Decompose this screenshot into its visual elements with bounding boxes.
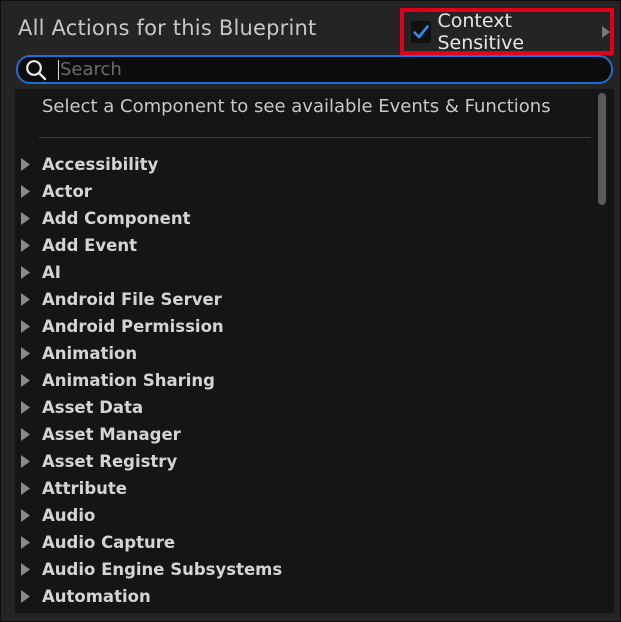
search-input[interactable]	[59, 59, 560, 80]
category-item[interactable]: Add Component	[15, 205, 593, 232]
category-item[interactable]: Audio Engine Subsystems	[15, 556, 593, 583]
expand-arrow-icon[interactable]	[15, 482, 41, 495]
expand-arrow-icon[interactable]	[15, 158, 41, 171]
action-list-panel: Select a Component to see available Even…	[15, 89, 614, 613]
category-label: Asset Registry	[42, 452, 178, 471]
category-label: Actor	[42, 182, 92, 201]
menu-title: All Actions for this Blueprint	[18, 16, 317, 40]
category-label: Attribute	[42, 479, 127, 498]
component-hint-text: Select a Component to see available Even…	[42, 96, 551, 117]
expand-arrow-icon[interactable]	[15, 563, 41, 576]
context-sensitive-toggle[interactable]: Context Sensitive	[400, 8, 614, 55]
category-item[interactable]: Android File Server	[15, 286, 593, 313]
expand-arrow-icon[interactable]	[15, 455, 41, 468]
category-label: Audio	[42, 506, 96, 525]
category-label: Audio Engine Subsystems	[42, 560, 283, 579]
context-sensitive-checkbox[interactable]	[411, 20, 432, 43]
category-item[interactable]: Animation Sharing	[15, 367, 593, 394]
category-item[interactable]: AI	[15, 259, 593, 286]
expand-arrow-icon[interactable]	[15, 212, 41, 225]
category-item[interactable]: Animation	[15, 340, 593, 367]
category-item[interactable]: Audio	[15, 502, 593, 529]
category-item[interactable]: Android Permission	[15, 313, 593, 340]
divider	[39, 137, 591, 138]
expand-arrow-icon[interactable]	[15, 590, 41, 603]
category-label: Add Component	[42, 209, 191, 228]
scrollbar[interactable]	[596, 91, 608, 611]
category-item[interactable]: Asset Data	[15, 394, 593, 421]
category-item[interactable]: Actor	[15, 178, 593, 205]
expand-arrow-icon[interactable]	[15, 320, 41, 333]
category-item[interactable]: Audio Capture	[15, 529, 593, 556]
expand-arrow-icon[interactable]	[15, 293, 41, 306]
category-label: Accessibility	[42, 155, 159, 174]
category-item[interactable]: Accessibility	[15, 151, 593, 178]
expand-arrow-icon[interactable]	[15, 536, 41, 549]
context-sensitive-label: Context Sensitive	[437, 9, 525, 54]
expand-arrow-icon[interactable]	[15, 266, 41, 279]
expand-arrow-icon[interactable]	[15, 239, 41, 252]
category-label: Android Permission	[42, 317, 224, 336]
submenu-arrow-icon[interactable]	[602, 25, 610, 38]
category-item[interactable]: Add Event	[15, 232, 593, 259]
expand-arrow-icon[interactable]	[15, 374, 41, 387]
category-label: AI	[42, 263, 61, 282]
category-label: Asset Manager	[42, 425, 181, 444]
category-item[interactable]: Asset Registry	[15, 448, 593, 475]
scrollbar-thumb[interactable]	[598, 93, 606, 205]
category-list: Accessibility Actor Add Component Add Ev…	[15, 151, 593, 610]
expand-arrow-icon[interactable]	[15, 509, 41, 522]
search-icon	[24, 58, 48, 82]
checkmark-icon	[413, 24, 430, 38]
blueprint-action-menu: All Actions for this Blueprint Context S…	[0, 0, 621, 622]
search-box[interactable]	[16, 55, 613, 84]
category-label: Audio Capture	[42, 533, 176, 552]
expand-arrow-icon[interactable]	[15, 401, 41, 414]
category-label: Animation Sharing	[42, 371, 215, 390]
category-item[interactable]: Attribute	[15, 475, 593, 502]
expand-arrow-icon[interactable]	[15, 185, 41, 198]
category-label: Animation	[42, 344, 138, 363]
category-label: Asset Data	[42, 398, 144, 417]
category-item[interactable]: Automation	[15, 583, 593, 610]
category-label: Android File Server	[42, 290, 222, 309]
category-label: Add Event	[42, 236, 137, 255]
expand-arrow-icon[interactable]	[15, 347, 41, 360]
category-label: Automation	[42, 587, 151, 606]
expand-arrow-icon[interactable]	[15, 428, 41, 441]
category-item[interactable]: Asset Manager	[15, 421, 593, 448]
